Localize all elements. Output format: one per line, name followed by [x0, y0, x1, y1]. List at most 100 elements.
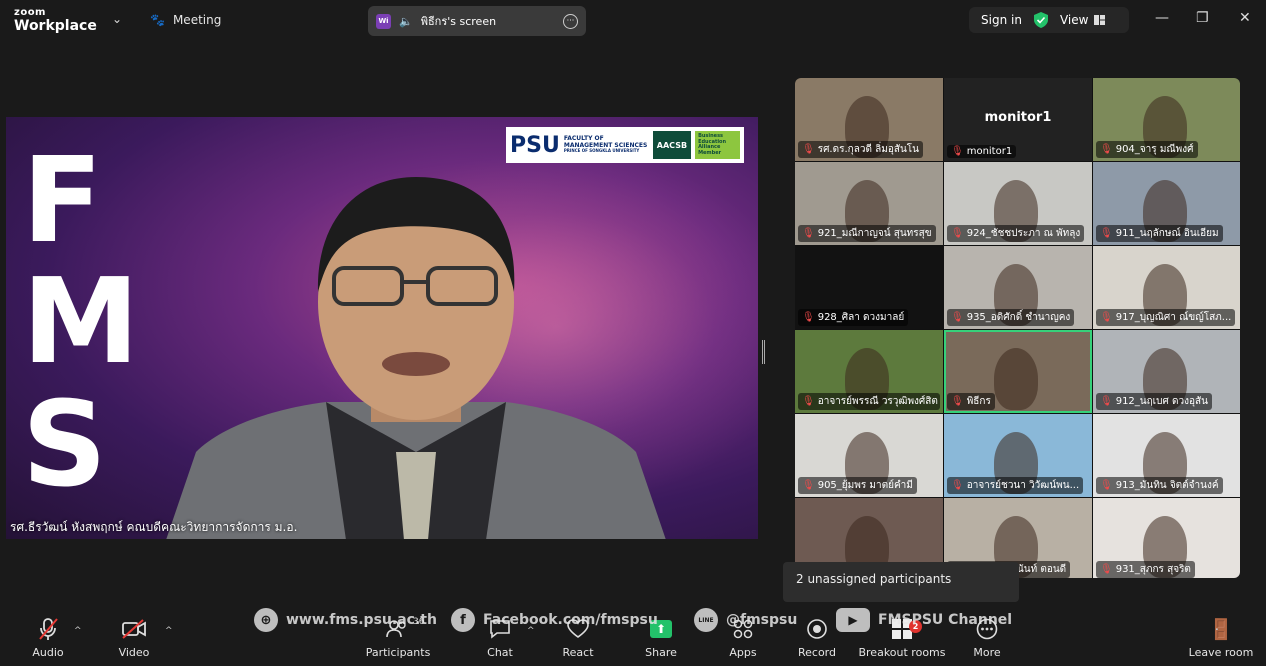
participant-tile[interactable]: 🎙 921_มณีกาญจน์ สุนทรสุข [795, 162, 943, 245]
participant-tile[interactable]: 🎙 917_บุญณิศา ณ์ขญ์โสภ... [1093, 246, 1240, 329]
chevron-down-icon[interactable]: ⌄ [112, 12, 122, 26]
participant-name: พิธีกร [966, 396, 991, 407]
mic-muted-icon: 🎙 [802, 396, 815, 407]
participant-name: 935_อดิศักดิ์ ชำนาญคง [966, 312, 1071, 323]
participant-label: 🎙 935_อดิศักดิ์ ชำนาญคง [947, 309, 1075, 326]
title-bar: zoom Workplace ⌄ 🐾 Meeting Wi 🔈 พิธีกร's… [0, 0, 1266, 40]
video-off-icon [99, 616, 169, 642]
watermark-youtube: ▶ FMSPSU Channel [836, 608, 1012, 632]
participant-tile[interactable]: 🎙 904_จารุ มณีพงศ์ [1093, 78, 1240, 161]
participant-tile[interactable]: 🎙 935_อดิศักดิ์ ชำนาญคง [944, 246, 1092, 329]
screen-share-pill[interactable]: Wi 🔈 พิธีกร's screen ··· [368, 6, 586, 36]
line-icon: LINE [694, 608, 718, 632]
unassigned-tooltip: 2 unassigned participants [783, 562, 1019, 602]
leave-icon: 🚪 [1208, 617, 1234, 641]
participant-label: 🎙 911_นฤลักษณ์ อินเอียม [1096, 225, 1223, 242]
chat-label: Chat [487, 646, 513, 659]
shield-icon [1033, 12, 1048, 28]
participant-label: 🎙 905_ยุ้มพร มาตย์คำมี [798, 477, 917, 494]
participant-label: 🎙 อาจารย์ชวนา วิวัฒน์พน... [947, 477, 1084, 494]
mic-muted-icon: 🎙 [802, 228, 815, 239]
participant-name: 912_นฤเบศ ดวงอุสัน [1115, 396, 1208, 407]
participant-name: 924_ชัชชประภา ณ พัทลุง [966, 228, 1081, 239]
meeting-label: Meeting [172, 13, 222, 27]
record-label: Record [797, 646, 836, 659]
paw-icon: 🐾 [150, 13, 165, 27]
participant-tile[interactable]: 🎙 928_ศิลา ดวงมาลย์ [795, 246, 943, 329]
participant-name: รศ.ดร.กุลวดี ลิ่มอุสันโน [817, 144, 919, 155]
mic-muted-icon: 🎙 [951, 312, 964, 323]
participant-tile[interactable]: 🎙 อาจารย์ชวนา วิวัฒน์พน... [944, 414, 1092, 497]
video-caret-icon[interactable]: ^ [165, 626, 173, 636]
participant-name: 921_มณีกาญจน์ สุนทรสุข [817, 228, 932, 239]
participant-label: 🎙 พิธีกร [947, 393, 995, 410]
participant-label: 🎙 924_ชัชชประภา ณ พัทลุง [947, 225, 1085, 242]
watermark-web-text: www.fms.psu.ac.th [286, 612, 437, 628]
participant-center-name: monitor1 [984, 110, 1052, 125]
mic-muted-icon: 🎙 [1100, 396, 1113, 407]
participant-name: 917_บุญณิศา ณ์ขญ์โสภ... [1115, 312, 1232, 323]
audio-label: Audio [32, 646, 64, 659]
fms-letter-m: M [22, 252, 140, 390]
participant-tile[interactable]: 🎙 รศ.ดร.กุลวดี ลิ่มอุสันโน [795, 78, 943, 161]
resize-handle[interactable] [762, 340, 765, 364]
mic-muted-icon: 🎙 [1100, 480, 1113, 491]
participant-label: 🎙 monitor1 [947, 145, 1017, 158]
breakout-label: Breakout rooms [858, 646, 946, 659]
youtube-icon: ▶ [836, 608, 870, 632]
participant-label: 🎙 912_นฤเบศ ดวงอุสัน [1096, 393, 1212, 410]
speaker-icon: 🔈 [399, 14, 413, 28]
participant-tile[interactable]: 🎙 924_ชัชชประภา ณ พัทลุง [944, 162, 1092, 245]
participant-label: 🎙 921_มณีกาญจน์ สุนทรสุข [798, 225, 936, 242]
leave-room-button[interactable]: 🚪 Leave room [1186, 616, 1256, 659]
participant-tile[interactable]: 🎙 913_มันทิน จิตต์จำนงค์ [1093, 414, 1240, 497]
watermark-web: ⊕ www.fms.psu.ac.th [254, 608, 437, 632]
video-button[interactable]: Video [99, 616, 169, 659]
mic-muted-icon: 🎙 [951, 146, 964, 157]
signin-group: Sign in View [969, 7, 1129, 33]
more-options-icon[interactable]: ··· [563, 13, 578, 29]
participant-label: 🎙 913_มันทิน จิตต์จำนงค์ [1096, 477, 1223, 494]
signin-button[interactable]: Sign in [981, 13, 1022, 27]
zoom-logo[interactable]: zoom Workplace [14, 8, 97, 34]
participant-tile[interactable]: 🎙 911_นฤลักษณ์ อินเอียม [1093, 162, 1240, 245]
presenter-video [166, 177, 666, 539]
participant-tile[interactable]: 🎙 พิธีกร [944, 330, 1092, 413]
grid-view-icon [1094, 15, 1106, 25]
facebook-icon: f [451, 608, 475, 632]
close-icon[interactable]: ✕ [1239, 10, 1251, 26]
mic-muted-icon: 🎙 [802, 480, 815, 491]
audio-button[interactable]: Audio [13, 616, 83, 659]
mic-muted-icon: 🎙 [802, 144, 815, 155]
participant-tile[interactable]: 🎙 931_สุภกร สุจริต [1093, 498, 1240, 578]
participant-name: 913_มันทิน จิตต์จำนงค์ [1115, 480, 1219, 491]
mic-muted-icon: 🎙 [802, 312, 815, 323]
fms-letter-f: F [22, 131, 103, 269]
participant-name: 905_ยุ้มพร มาตย์คำมี [817, 480, 913, 491]
participant-gallery: 🎙 รศ.ดร.กุลวดี ลิ่มอุสันโน monitor1 🎙 monito… [795, 78, 1240, 578]
watermark-youtube-text: FMSPSU Channel [878, 612, 1013, 628]
mic-muted-icon: 🎙 [1100, 228, 1113, 239]
meeting-button[interactable]: 🐾 Meeting [150, 10, 221, 30]
participant-tile[interactable]: 🎙 อาจารย์พรรณี วรวุฒิพงศ์สิต [795, 330, 943, 413]
apps-label: Apps [729, 646, 757, 659]
mic-muted-icon [13, 616, 83, 642]
fms-letter-s: S [22, 375, 107, 513]
participants-label: Participants [365, 646, 431, 659]
participant-silhouette [994, 348, 1038, 410]
participant-name: อาจารย์ชวนา วิวัฒน์พน... [966, 480, 1080, 491]
participant-name: monitor1 [966, 146, 1013, 157]
audio-caret-icon[interactable]: ^ [74, 626, 82, 636]
maximize-icon[interactable]: ❐ [1196, 10, 1209, 26]
view-button[interactable]: View [1059, 13, 1106, 27]
mic-muted-icon: 🎙 [951, 396, 964, 407]
view-label: View [1059, 13, 1089, 27]
aacsb-member-text: Business Education Alliance Member [695, 131, 740, 159]
participant-label: 🎙 928_ศิลา ดวงมาลย์ [798, 309, 909, 326]
minimize-icon[interactable]: — [1155, 10, 1169, 26]
participant-tile[interactable]: monitor1 🎙 monitor1 [944, 78, 1092, 161]
participant-tile[interactable]: 🎙 905_ยุ้มพร มาตย์คำมี [795, 414, 943, 497]
participant-tile[interactable]: 🎙 912_นฤเบศ ดวงอุสัน [1093, 330, 1240, 413]
watermark-facebook-text: Facebook.com/fmspsu [483, 612, 658, 628]
participant-name: 931_สุภกร สุจริต [1115, 564, 1191, 575]
